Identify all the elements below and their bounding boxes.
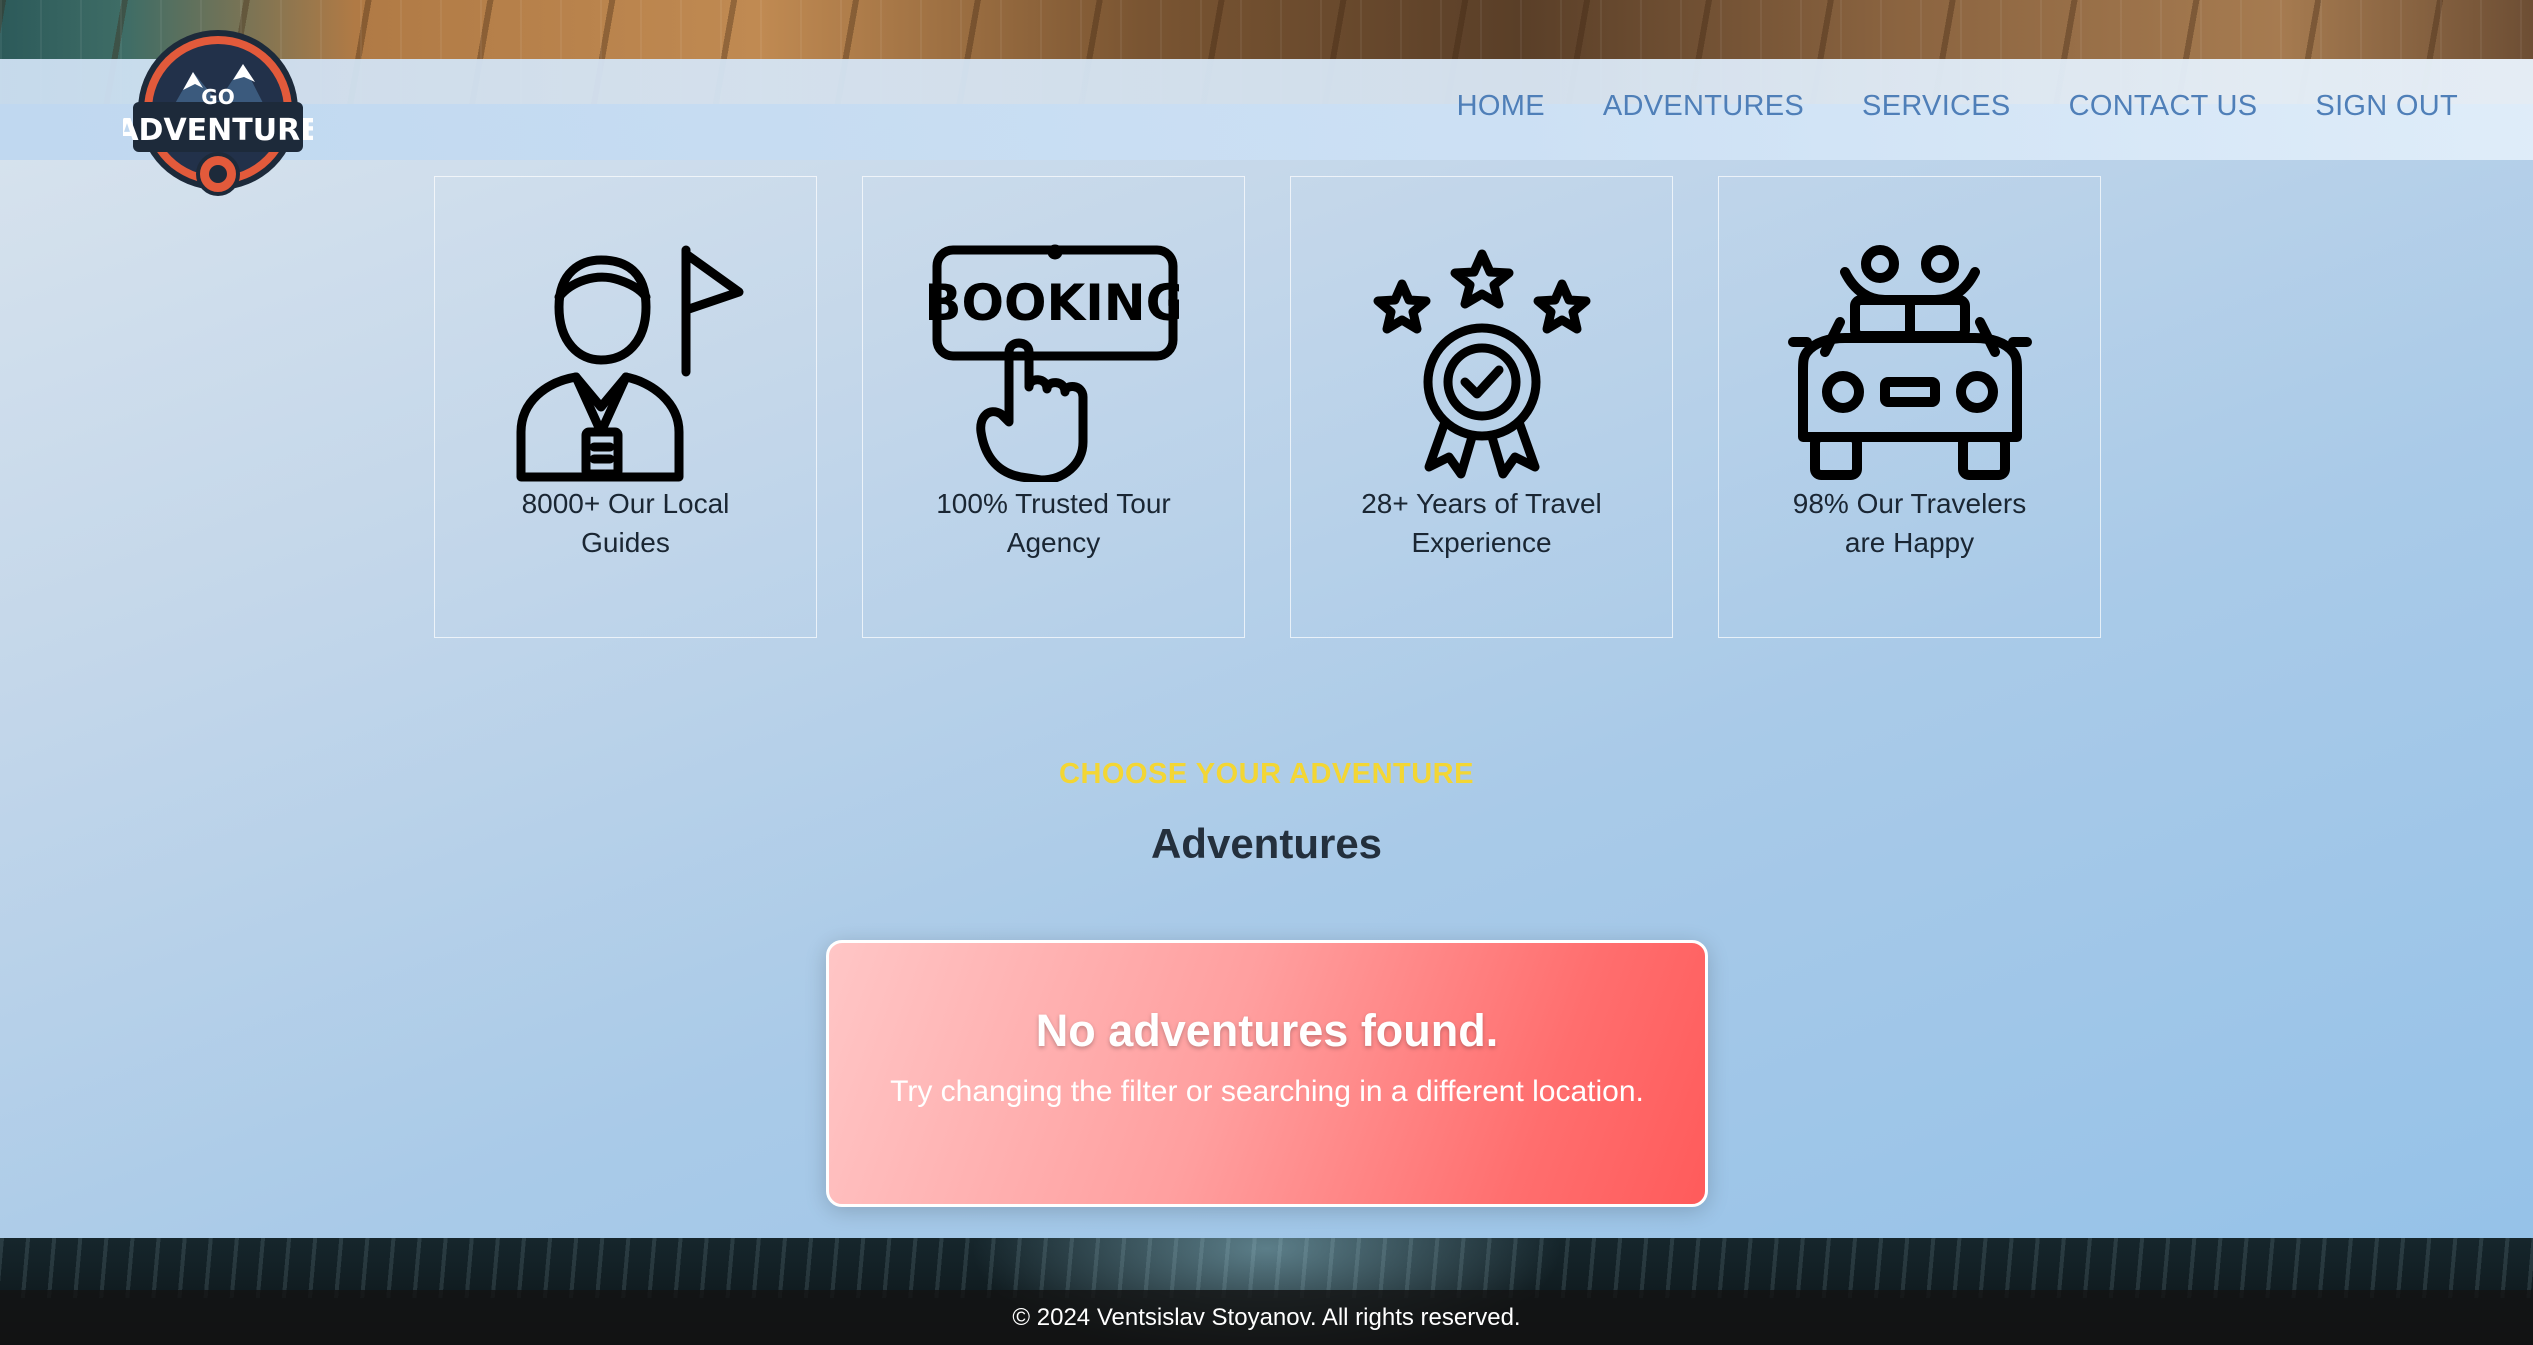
svg-text:ADVENTURE: ADVENTURE <box>123 113 313 148</box>
svg-text:GO: GO <box>201 85 234 109</box>
feature-card-guides: 8000+ Our Local Guides <box>434 176 817 638</box>
car-icon <box>1787 245 2032 480</box>
footer: © 2024 Ventsislav Stoyanov. All rights r… <box>0 1238 2533 1345</box>
nav-home[interactable]: HOME <box>1457 90 1545 123</box>
footer-background-rays <box>0 1238 2533 1298</box>
booking-icon: BOOKING <box>929 244 1179 482</box>
feature-label: 100% Trusted Tour Agency <box>936 488 1171 558</box>
footer-copyright: © 2024 Ventsislav Stoyanov. All rights r… <box>1012 1304 1521 1331</box>
features-row: 8000+ Our Local Guides BOOKING 100% Trus… <box>434 176 2101 638</box>
feature-label: 28+ Years of Travel Experience <box>1361 488 1602 558</box>
award-icon <box>1373 249 1590 479</box>
main-nav: HOME ADVENTURES SERVICES CONTACT US SIGN… <box>1399 90 2458 123</box>
feature-card-booking: BOOKING 100% Trusted Tour Agency <box>862 176 1245 638</box>
feature-card-happy: 98% Our Travelers are Happy <box>1718 176 2101 638</box>
nav-adventures[interactable]: ADVENTURES <box>1603 90 1804 123</box>
nav-contact-us[interactable]: CONTACT US <box>2069 90 2258 123</box>
feature-label: 8000+ Our Local Guides <box>521 488 730 558</box>
feature-card-experience: 28+ Years of Travel Experience <box>1290 176 1673 638</box>
section-eyebrow: CHOOSE YOUR ADVENTURE <box>1059 758 1474 790</box>
empty-state-card: No adventures found. Try changing the fi… <box>826 940 1708 1207</box>
empty-state-title: No adventures found. <box>1035 1005 1499 1056</box>
section-title: Adventures <box>1150 820 1383 867</box>
go-adventure-logo[interactable]: GO ADVENTURE <box>123 22 313 202</box>
nav-services[interactable]: SERVICES <box>1862 90 2011 123</box>
nav-sign-out[interactable]: SIGN OUT <box>2315 90 2458 123</box>
svg-text:BOOKING: BOOKING <box>929 274 1179 332</box>
empty-state-message: Try changing the filter or searching in … <box>890 1075 1644 1108</box>
guide-icon <box>516 245 743 482</box>
feature-label: 98% Our Travelers are Happy <box>1792 488 2027 558</box>
